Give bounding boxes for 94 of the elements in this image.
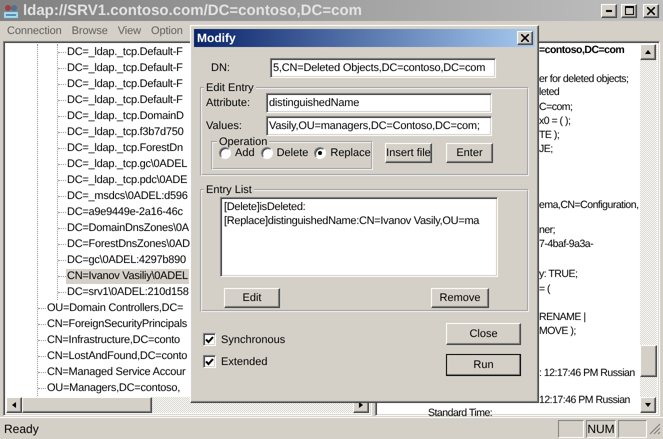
app-icon [3,2,19,18]
tree-item[interactable]: DC=_ldap._tcp.f3b7d750 [66,124,185,140]
dialog-button[interactable]: Enter [446,143,493,163]
detail-line: 7-4baf-9a3a- [539,237,594,251]
tree-item[interactable]: DC=srv1\0ADEL:210d158 [66,284,190,300]
scroll-thumb[interactable] [640,345,657,377]
close-button[interactable] [517,31,533,45]
status-indicator: NUM [586,420,616,438]
tree-item[interactable]: DC=_ldap._tcp.Default-F [66,60,184,76]
tree-item[interactable]: DC=ForestDnsZones\0AD [66,236,191,252]
field-label: Attribute: [206,97,252,109]
tree-item[interactable]: DC=_ldap._tcp.Default-F [66,76,184,92]
tree-item[interactable]: OU=Managers,DC=contoso, [46,380,182,396]
minimize-button[interactable] [601,4,617,18]
tree-item[interactable]: DC=_ldap._tcp.Default-F [66,44,184,60]
dialog-button[interactable]: Insert file [385,143,432,163]
window-title: ldap://SRV1.contoso.com/DC=contoso,DC=com [23,2,363,19]
dialog-button[interactable]: Remove [431,288,489,308]
tree-item[interactable]: DC=_ldap._tcp.Default-F [66,92,184,108]
detail-line: C=com; [539,100,572,114]
field-label: Values: [206,120,243,132]
tree-item[interactable]: DC=_msdcs\0ADEL:d596 [66,188,189,204]
entry-list[interactable]: [Delete]isDeleted: [Replace]distinguishedName:CN=Ivanov Vasily,OU=ma [220,197,498,277]
radio-option[interactable]: Delete [260,147,308,159]
checkbox-option[interactable]: Synchronous [203,333,286,346]
detail-line: x0 = ( ); [539,114,570,128]
dialog-button[interactable]: Edit [224,288,280,308]
radio-option[interactable]: Replace [314,147,371,159]
resize-grip-icon [649,422,661,434]
scroll-left-button[interactable] [6,397,22,413]
dialog-button[interactable]: Close [446,323,521,345]
maximize-button[interactable] [621,4,637,18]
tree-item[interactable]: DC=_ldap._tcp.ForestDn [66,140,184,156]
detail-line: = ( [539,282,550,296]
right-arrow-icon [358,401,364,409]
tree-item[interactable]: CN=Ivanov Vasiliy\0ADEL [66,268,189,284]
dialog-button[interactable]: Run [446,354,521,376]
dialog-title: Modify [197,31,236,45]
check-icon [205,358,214,366]
group-title: Edit Entry [205,82,255,94]
detail-line: JE; [539,142,553,156]
detail-line: 12:17:46 PM Russian [539,393,630,407]
status-text: Ready [4,422,40,436]
close-icon [521,34,529,42]
tree-item[interactable]: DC=_ldap._tcp.DomainD [66,108,185,124]
tree-item[interactable]: CN=ForeignSecurityPrincipals [46,316,188,332]
check-icon [205,336,214,344]
detail-line: leted [539,85,560,99]
status-panel [558,420,584,438]
list-entry[interactable]: [Delete]isDeleted: [224,200,494,214]
vertical-scrollbar[interactable] [640,44,657,413]
tree-item[interactable]: DC=gc\0ADEL:4297b890 [66,252,187,268]
attribute-field[interactable]: distinguishedName [266,93,492,113]
checkbox-option[interactable]: Extended [203,355,286,368]
menu-item[interactable]: Option [146,25,188,37]
menu-item[interactable]: View [112,25,146,37]
tree-item[interactable]: CN=Managed Service Accour [46,364,186,380]
detail-line: TE ); [539,128,560,142]
status-panel [618,420,647,438]
minimize-icon [606,10,612,12]
tree-item[interactable]: DC=_ldap._tcp.pdc\0ADE [66,172,188,188]
detail-line: =contoso,DC=com [539,43,624,57]
scroll-thumb[interactable] [22,397,152,413]
scroll-down-button[interactable] [640,397,656,413]
menu-item[interactable]: Connection [2,25,67,37]
detail-line: Standard Time: [428,406,492,420]
tree-item[interactable]: CN=Infrastructure,DC=conto [46,332,181,348]
tree-item[interactable]: DC=a9e9449e-2a16-46c [66,204,184,220]
group-title: Operation [218,136,268,148]
tree-item[interactable]: OU=Domain Controllers,DC= [46,300,184,316]
detail-line: ema,CN=Configuration, [539,198,639,212]
group-title: Entry List [205,184,253,196]
field-label: DN: [211,62,231,74]
detail-line: y: TRUE; [539,267,578,281]
dn-field[interactable]: 5,CN=Deleted Objects,DC=contoso,DC=com [270,58,496,78]
detail-line: : 12:17:46 PM Russian [539,366,635,380]
maximize-icon [624,6,634,15]
close-icon [647,6,655,14]
detail-line: er for deleted objects; [539,72,628,86]
close-button[interactable] [643,4,659,18]
detail-line: ner; [539,223,556,237]
tree-item[interactable]: CN=LostAndFound,DC=conto [46,348,188,364]
list-entry[interactable]: [Replace]distinguishedName:CN=Ivanov Vasily,OU=ma [224,214,494,228]
scroll-up-button[interactable] [640,44,656,60]
down-arrow-icon [644,402,652,408]
left-arrow-icon [11,401,17,409]
values-field[interactable]: Vasily,OU=managers,DC=Contoso,DC=com; [266,116,492,136]
tree-item[interactable]: DC=DomainDnsZones\0A [66,220,190,236]
detail-line: MOVE ); [539,324,576,338]
detail-line: RENAME | [539,310,586,324]
menu-item[interactable]: Browse [66,25,113,37]
radio-option[interactable]: Add [219,147,255,159]
tree-item[interactable]: DC=_ldap._tcp.gc\0ADEL [66,156,188,172]
up-arrow-icon [644,49,652,55]
